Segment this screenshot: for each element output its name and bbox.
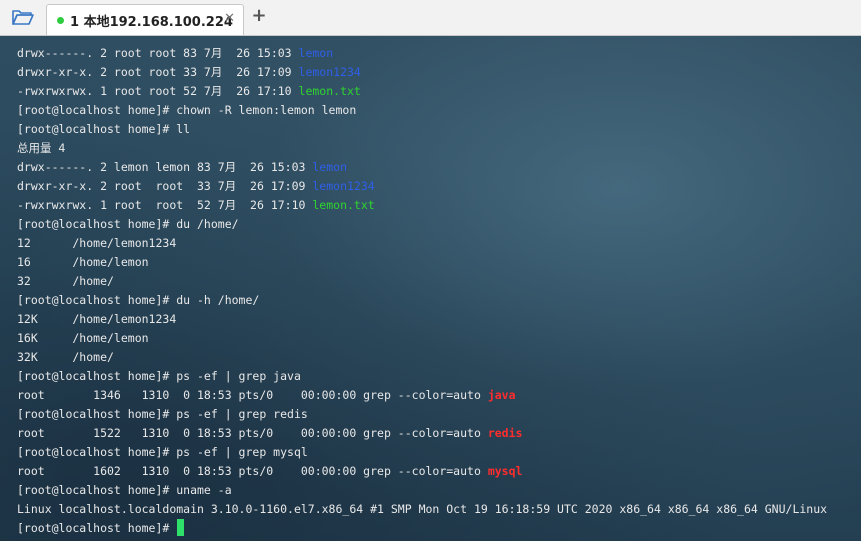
terminal-line: [root@localhost home]# ll <box>17 120 827 139</box>
terminal-line-text: 16K /home/lemon <box>17 331 149 345</box>
terminal-line: root 1602 1310 0 18:53 pts/0 00:00:00 gr… <box>17 462 827 481</box>
terminal-line-text: 12K /home/lemon1234 <box>17 312 177 326</box>
terminal-line-text: drwxr-xr-x. 2 root root 33 7月 26 17:09 <box>17 65 299 79</box>
terminal-line: [root@localhost home]# uname -a <box>17 481 827 500</box>
terminal-line-text: 32K /home/ <box>17 350 114 364</box>
terminal-line: root 1522 1310 0 18:53 pts/0 00:00:00 gr… <box>17 424 827 443</box>
terminal-line-text: root 1602 1310 0 18:53 pts/0 00:00:00 gr… <box>17 464 488 478</box>
terminal-output[interactable]: drwx------. 2 root root 83 7月 26 15:03 l… <box>0 36 861 541</box>
terminal-line-text: [root@localhost home]# ll <box>17 122 191 136</box>
terminal-line: 总用量 4 <box>17 139 827 158</box>
terminal-line-text: [root@localhost home]# du /home/ <box>17 217 239 231</box>
file-name: lemon.txt <box>312 198 375 212</box>
terminal-line: 16 /home/lemon <box>17 253 827 272</box>
terminal-line: 12 /home/lemon1234 <box>17 234 827 253</box>
terminal-line-text: 12 /home/lemon1234 <box>17 236 177 250</box>
terminal-line: [root@localhost home]# ps -ef | grep mys… <box>17 443 827 462</box>
tab-session-label: 1 本地192.168.100.224 <box>70 14 233 30</box>
folder-open-icon <box>12 10 34 25</box>
tab-bar: 1 本地192.168.100.224 ✕ + <box>0 0 861 36</box>
terminal-line-text: [root@localhost home]# chown -R lemon:le… <box>17 103 357 117</box>
directory-name: lemon <box>312 160 347 174</box>
terminal-line: drwxr-xr-x. 2 root root 33 7月 26 17:09 l… <box>17 177 827 196</box>
terminal-line: 12K /home/lemon1234 <box>17 310 827 329</box>
terminal-line-text: root 1522 1310 0 18:53 pts/0 00:00:00 gr… <box>17 426 488 440</box>
terminal-line-text: 总用量 4 <box>17 141 66 155</box>
terminal-line-text: drwxr-xr-x. 2 root root 33 7月 26 17:09 <box>17 179 313 193</box>
terminal-line-text: -rwxrwxrwx. 1 root root 52 7月 26 17:10 <box>17 84 299 98</box>
terminal-line-text: [root@localhost home]# du -h /home/ <box>17 293 260 307</box>
plus-icon[interactable]: + <box>251 7 267 25</box>
terminal-line: [root@localhost home]# du /home/ <box>17 215 827 234</box>
terminal-line-text: [root@localhost home]# uname -a <box>17 483 232 497</box>
terminal-line-text: [root@localhost home]# ps -ef | grep mys… <box>17 445 308 459</box>
file-name: lemon.txt <box>298 84 361 98</box>
grep-match: redis <box>487 426 523 440</box>
terminal-line-text: root 1346 1310 0 18:53 pts/0 00:00:00 gr… <box>17 388 488 402</box>
terminal-line: [root@localhost home]# chown -R lemon:le… <box>17 101 827 120</box>
terminal-line-text: 16 /home/lemon <box>17 255 149 269</box>
directory-name: lemon <box>298 46 334 60</box>
connection-status-icon <box>57 16 64 24</box>
terminal-line-text: [root@localhost home]# <box>17 521 177 535</box>
directory-name: lemon1234 <box>298 65 361 79</box>
terminal-line: root 1346 1310 0 18:53 pts/0 00:00:00 gr… <box>17 386 827 405</box>
terminal-line-text: Linux localhost.localdomain 3.10.0-1160.… <box>17 502 828 516</box>
terminal-line-text: drwx------. 2 root root 83 7月 26 15:03 <box>17 46 299 60</box>
terminal-line: drwxr-xr-x. 2 root root 33 7月 26 17:09 l… <box>17 63 827 82</box>
terminal-line: [root@localhost home]# ps -ef | grep jav… <box>17 367 827 386</box>
terminal-line-text: 32 /home/ <box>17 274 114 288</box>
terminal-lines: drwx------. 2 root root 83 7月 26 15:03 l… <box>17 44 827 538</box>
terminal-line: drwx------. 2 lemon lemon 83 7月 26 15:03… <box>17 158 827 177</box>
terminal-line: -rwxrwxrwx. 1 root root 52 7月 26 17:10 l… <box>17 82 827 101</box>
text-cursor <box>177 519 185 536</box>
terminal-line-text: drwx------. 2 lemon lemon 83 7月 26 15:03 <box>17 160 313 174</box>
terminal-line: 32 /home/ <box>17 272 827 291</box>
close-icon[interactable]: ✕ <box>224 12 235 26</box>
terminal-app-window: 1 本地192.168.100.224 ✕ + drwx------. 2 ro… <box>0 0 861 541</box>
terminal-line-text: -rwxrwxrwx. 1 root root 52 7月 26 17:10 <box>17 198 313 212</box>
grep-match: mysql <box>487 464 523 478</box>
terminal-line: 32K /home/ <box>17 348 827 367</box>
terminal-line: [root@localhost home]# <box>17 519 827 538</box>
terminal-line: -rwxrwxrwx. 1 root root 52 7月 26 17:10 l… <box>17 196 827 215</box>
directory-name: lemon1234 <box>312 179 375 193</box>
terminal-line-text: [root@localhost home]# ps -ef | grep red… <box>17 407 308 421</box>
terminal-line: [root@localhost home]# du -h /home/ <box>17 291 827 310</box>
grep-match: java <box>487 388 516 402</box>
terminal-line-text: [root@localhost home]# ps -ef | grep jav… <box>17 369 301 383</box>
terminal-line: [root@localhost home]# ps -ef | grep red… <box>17 405 827 424</box>
terminal-line: drwx------. 2 root root 83 7月 26 15:03 l… <box>17 44 827 63</box>
terminal-line: Linux localhost.localdomain 3.10.0-1160.… <box>17 500 827 519</box>
tab-session-local[interactable]: 1 本地192.168.100.224 ✕ <box>46 4 244 35</box>
open-session-button[interactable] <box>6 4 40 30</box>
terminal-line: 16K /home/lemon <box>17 329 827 348</box>
